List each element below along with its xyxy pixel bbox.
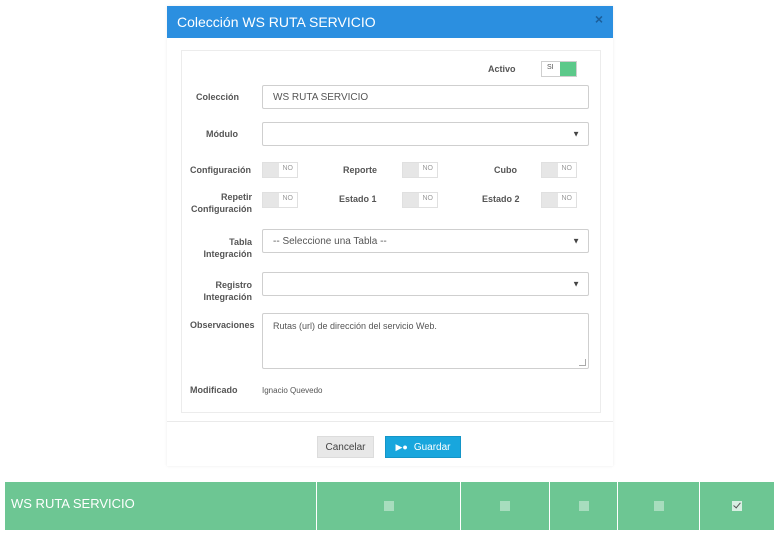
repetir-configuracion-label: Repetir Configuración <box>190 191 252 215</box>
save-button-label: Guardar <box>413 441 451 453</box>
checkbox-3[interactable] <box>578 501 589 511</box>
toggle-knob <box>403 193 419 207</box>
close-icon[interactable]: × <box>595 11 603 27</box>
row-cell-1 <box>316 482 460 530</box>
modulo-select[interactable]: ▼ <box>262 122 589 146</box>
tabla-integracion-select[interactable]: -- Seleccione una Tabla -- ▼ <box>262 229 589 253</box>
row-cell-2 <box>460 482 549 530</box>
save-icon: ▶● <box>395 441 408 452</box>
cancel-button[interactable]: Cancelar <box>317 436 374 458</box>
activo-label: Activo <box>488 64 516 74</box>
reporte-toggle-text: NO <box>422 165 434 172</box>
observaciones-value: Rutas (url) de dirección del servicio We… <box>273 321 437 331</box>
estado1-toggle-text: NO <box>422 195 434 202</box>
observaciones-label: Observaciones <box>190 320 255 330</box>
chevron-down-icon: ▼ <box>572 129 580 139</box>
modulo-label: Módulo <box>206 129 238 139</box>
chevron-down-icon: ▼ <box>572 236 580 246</box>
footer-divider <box>167 421 613 422</box>
cubo-label: Cubo <box>494 165 517 175</box>
activo-toggle[interactable]: SI <box>541 61 577 77</box>
row-cell-4 <box>617 482 699 530</box>
tabla-label-line1: Tabla <box>229 237 252 247</box>
coleccion-input[interactable]: WS RUTA SERVICIO <box>262 85 589 109</box>
repetir-label-line2: Configuración <box>191 204 252 214</box>
observaciones-textarea[interactable]: Rutas (url) de dirección del servicio We… <box>262 313 589 369</box>
tabla-value: -- Seleccione una Tabla -- <box>273 235 387 247</box>
toggle-knob <box>263 193 279 207</box>
estado1-toggle[interactable]: NO <box>402 192 438 208</box>
reporte-toggle[interactable]: NO <box>402 162 438 178</box>
row-name: WS RUTA SERVICIO <box>11 496 135 511</box>
chevron-down-icon: ▼ <box>572 279 580 289</box>
repetir-configuracion-toggle[interactable]: NO <box>262 192 298 208</box>
estado2-toggle[interactable]: NO <box>541 192 577 208</box>
collection-modal: Colección WS RUTA SERVICIO × Activo SI C… <box>167 6 613 466</box>
coleccion-value: WS RUTA SERVICIO <box>273 91 369 103</box>
table-row[interactable]: WS RUTA SERVICIO <box>5 482 774 530</box>
row-cell-3 <box>549 482 617 530</box>
repetir-label-line1: Repetir <box>220 192 252 202</box>
cubo-toggle-text: NO <box>561 165 573 172</box>
registro-label-line1: Registro <box>215 280 252 290</box>
checkbox-1[interactable] <box>383 501 394 511</box>
toggle-knob <box>542 163 558 177</box>
form-panel: Activo SI Colección WS RUTA SERVICIO Mód… <box>181 50 601 413</box>
toggle-knob <box>560 62 576 76</box>
configuracion-toggle[interactable]: NO <box>262 162 298 178</box>
modal-title: Colección WS RUTA SERVICIO <box>177 14 376 30</box>
toggle-knob <box>263 163 279 177</box>
reporte-label: Reporte <box>343 165 378 175</box>
resize-handle-icon[interactable] <box>579 359 586 366</box>
activo-toggle-text: SI <box>547 64 554 71</box>
repetir-toggle-text: NO <box>282 195 294 202</box>
configuracion-label: Configuración <box>190 165 251 175</box>
checkbox-2[interactable] <box>500 501 510 511</box>
tabla-label-line2: Integración <box>203 249 252 259</box>
toggle-knob <box>403 163 419 177</box>
coleccion-label: Colección <box>196 92 240 102</box>
modificado-label: Modificado <box>190 385 238 395</box>
save-button[interactable]: ▶● Guardar <box>385 436 461 458</box>
cubo-toggle[interactable]: NO <box>541 162 577 178</box>
checkbox-4[interactable] <box>653 501 664 511</box>
modificado-value: Ignacio Quevedo <box>262 386 323 395</box>
configuracion-toggle-text: NO <box>282 165 294 172</box>
modal-header: Colección WS RUTA SERVICIO × <box>167 6 613 38</box>
row-cell-5 <box>699 482 774 530</box>
registro-integracion-select[interactable]: ▼ <box>262 272 589 296</box>
tabla-integracion-label: Tabla Integración <box>190 236 252 260</box>
estado2-toggle-text: NO <box>561 195 573 202</box>
checkbox-5[interactable] <box>732 501 742 511</box>
toggle-knob <box>542 193 558 207</box>
registro-label-line2: Integración <box>203 292 252 302</box>
estado1-label: Estado 1 <box>339 194 377 204</box>
registro-integracion-label: Registro Integración <box>190 279 252 303</box>
estado2-label: Estado 2 <box>482 194 520 204</box>
